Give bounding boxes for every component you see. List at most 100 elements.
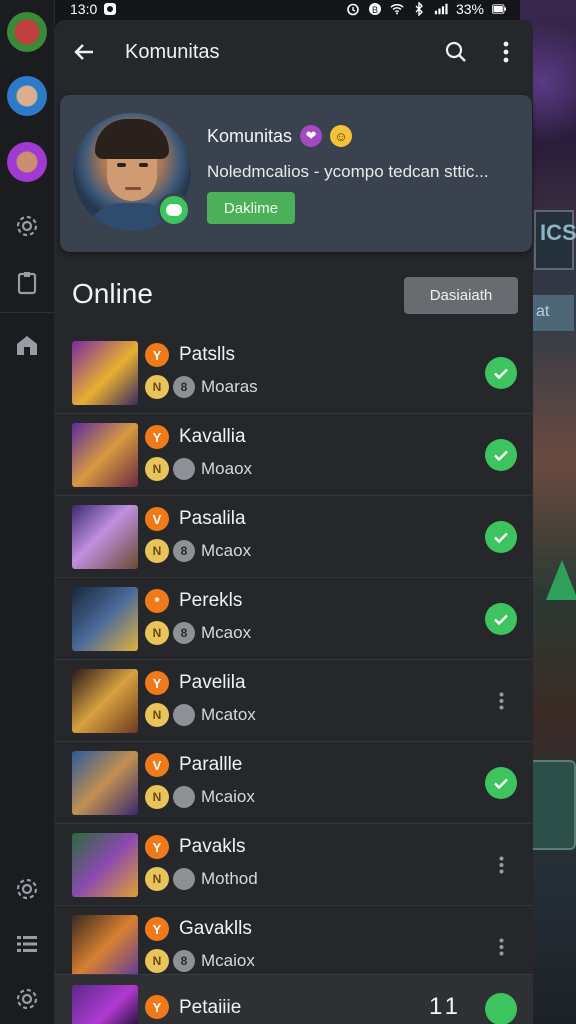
member-row[interactable]: Y Pavakls N Mothod xyxy=(55,824,533,906)
member-thumbnail xyxy=(72,423,138,487)
settings-icon[interactable] xyxy=(12,211,42,241)
community-panel: Komunitas Komunitas ❤ ☺ Noledmcalios - y… xyxy=(55,20,533,1024)
bottom-member-bar[interactable]: Y Petaiiie 11 xyxy=(55,974,533,1024)
gear-icon[interactable] xyxy=(12,874,42,904)
mini-badge-icon xyxy=(173,786,195,808)
member-name: Perekls xyxy=(179,590,243,611)
server-avatar-2[interactable] xyxy=(7,76,47,116)
battery-percent: 33% xyxy=(455,1,484,17)
member-name: Gavaklls xyxy=(179,918,252,939)
community-description: Noledmcalios - ycompo tedcan sttic... xyxy=(207,162,489,181)
coin-badge-icon: N xyxy=(145,867,169,891)
home-icon[interactable] xyxy=(12,330,42,360)
online-check-icon xyxy=(485,603,517,635)
member-row[interactable]: * Perekls N 8 Mcaox xyxy=(55,578,533,660)
member-list: Y Patslls N 8 Moaras Y Kavallia N Moaox … xyxy=(55,332,533,988)
clipboard-icon[interactable] xyxy=(12,268,42,298)
member-thumbnail xyxy=(72,751,138,815)
member-subtitle: Mcaiox xyxy=(201,951,255,970)
bluetooth-icon xyxy=(412,2,426,16)
server-avatar-3[interactable] xyxy=(7,142,47,182)
mini-badge-icon xyxy=(173,704,195,726)
member-name: Pasalila xyxy=(179,508,246,529)
coin-badge-icon: N xyxy=(145,375,169,399)
app-bar: Komunitas xyxy=(55,20,533,84)
list-icon[interactable] xyxy=(12,929,42,959)
member-thumbnail xyxy=(72,341,138,405)
more-vert-icon[interactable] xyxy=(491,37,521,67)
member-thumbnail xyxy=(72,833,138,897)
svg-text:B: B xyxy=(372,5,378,15)
coin-badge-icon: N xyxy=(145,457,169,481)
server-avatar-1[interactable] xyxy=(7,12,47,52)
more-vert-icon[interactable] xyxy=(491,685,511,717)
mini-badge-icon: 8 xyxy=(173,622,195,644)
member-subtitle: Moaox xyxy=(201,459,253,478)
chat-bubble-icon[interactable] xyxy=(485,993,517,1024)
member-row[interactable]: V Parallle N Mcaiox xyxy=(55,742,533,824)
member-thumbnail xyxy=(72,505,138,569)
chat-badge-icon xyxy=(157,193,191,227)
member-subtitle: Mcaox xyxy=(201,541,252,560)
game-badge-icon: Y xyxy=(145,995,169,1019)
community-title: Komunitas ❤ ☺ xyxy=(207,125,353,147)
more-vert-icon[interactable] xyxy=(491,849,511,881)
more-vert-icon[interactable] xyxy=(491,931,511,963)
cog-icon[interactable] xyxy=(12,984,42,1014)
game-badge-icon: V xyxy=(145,507,169,531)
background-sign: ICS xyxy=(534,210,576,270)
member-thumbnail xyxy=(72,587,138,651)
heart-emoji-icon: ❤ xyxy=(300,125,323,147)
online-check-icon xyxy=(485,357,517,389)
battery-icon xyxy=(492,2,506,16)
member-name: Parallle xyxy=(179,754,243,775)
game-badge-icon: * xyxy=(145,589,169,613)
member-thumbnail xyxy=(72,915,138,979)
community-title-text: Komunitas xyxy=(207,125,293,146)
back-arrow-icon[interactable] xyxy=(69,37,99,67)
search-icon[interactable] xyxy=(441,37,471,67)
member-row[interactable]: V Pasalila N 8 Mcaox xyxy=(55,496,533,578)
member-thumbnail xyxy=(72,985,138,1024)
coin-badge-icon: N xyxy=(145,949,169,973)
game-badge-icon: Y xyxy=(145,343,169,367)
online-check-icon xyxy=(485,767,517,799)
member-subtitle: Moaras xyxy=(201,377,258,396)
online-filter-button[interactable]: Dasiaiath xyxy=(404,277,518,314)
member-subtitle: Mcaiox xyxy=(201,787,255,806)
smile-emoji-icon: ☺ xyxy=(330,125,353,147)
wifi-icon xyxy=(390,2,404,16)
join-button[interactable]: Daklime xyxy=(207,192,295,224)
member-name: Petaiiie xyxy=(179,997,242,1018)
member-name: Kavallia xyxy=(179,426,246,447)
member-row[interactable]: Y Pavelila N Mcatox xyxy=(55,660,533,742)
online-check-icon xyxy=(485,439,517,471)
coin-badge-icon: N xyxy=(145,539,169,563)
background-crystal xyxy=(546,560,576,600)
game-badge-icon: Y xyxy=(145,917,169,941)
member-row[interactable]: Y Patslls N 8 Moaras xyxy=(55,332,533,414)
member-row[interactable]: Y Kavallia N Moaox xyxy=(55,414,533,496)
coin-badge-icon: N xyxy=(145,703,169,727)
rail-divider xyxy=(0,312,55,313)
mini-badge-icon: 8 xyxy=(173,540,195,562)
online-check-icon xyxy=(485,521,517,553)
member-count: 11 xyxy=(429,993,462,1020)
page-title: Komunitas xyxy=(125,40,220,63)
member-thumbnail xyxy=(72,669,138,733)
member-name: Patslls xyxy=(179,344,235,365)
mini-badge-icon: 8 xyxy=(173,950,195,972)
game-badge-icon: Y xyxy=(145,425,169,449)
member-subtitle: Mcatox xyxy=(201,705,256,724)
member-subtitle: Mcaox xyxy=(201,623,252,642)
game-badge-icon: Y xyxy=(145,835,169,859)
server-rail xyxy=(0,0,55,1024)
game-badge-icon: Y xyxy=(145,671,169,695)
status-bar: 13:0 B 33% xyxy=(0,0,576,18)
member-name: Pavakls xyxy=(179,836,246,857)
online-section-title: Online xyxy=(72,278,153,309)
member-name: Pavelila xyxy=(179,672,246,693)
coin-badge-icon: N xyxy=(145,785,169,809)
status-time: 13:0 xyxy=(70,1,98,17)
mini-badge-icon: 8 xyxy=(173,376,195,398)
